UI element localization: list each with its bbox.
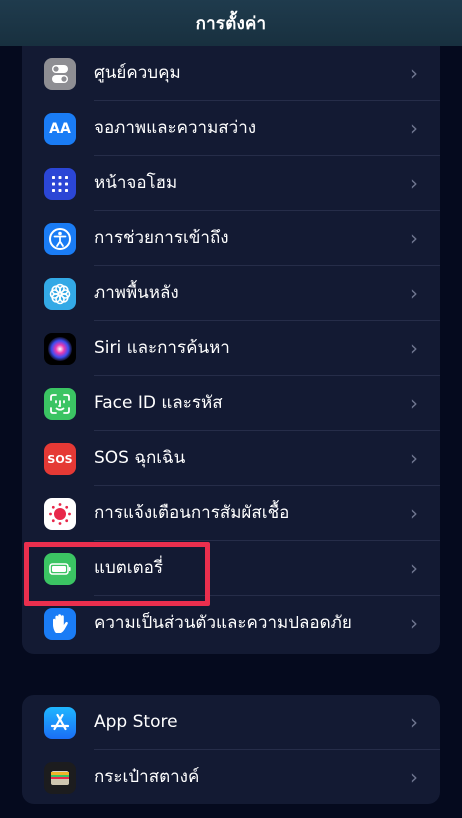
settings-row-label: กระเป๋าสตางค์ — [94, 767, 200, 787]
wallet-icon — [44, 762, 76, 794]
settings-row-home-screen[interactable]: หน้าจอโฮม › — [22, 156, 440, 211]
settings-row-exposure-notifications[interactable]: การแจ้งเตือนการสัมผัสเชื้อ › — [22, 486, 440, 541]
chevron-right-icon: › — [410, 556, 418, 580]
settings-row-control-center[interactable]: ศูนย์ควบคุม › — [22, 46, 440, 101]
sos-icon-text: SOS — [47, 452, 73, 466]
nav-bar: การตั้งค่า — [0, 0, 462, 46]
chevron-right-icon: › — [410, 61, 418, 85]
chevron-right-icon: › — [410, 611, 418, 635]
home-screen-icon — [44, 168, 76, 200]
chevron-right-icon: › — [410, 116, 418, 140]
chevron-right-icon: › — [410, 226, 418, 250]
siri-icon — [44, 333, 76, 365]
battery-highlight-box — [24, 542, 210, 606]
exposure-notification-icon — [44, 498, 76, 530]
settings-row-label: Siri และการค้นหา — [94, 338, 230, 358]
privacy-hand-icon — [44, 608, 76, 640]
settings-row-label: จอภาพและความสว่าง — [94, 118, 257, 138]
accessibility-icon — [44, 223, 76, 255]
chevron-right-icon: › — [410, 710, 418, 734]
settings-row-label: Face ID และรหัส — [94, 393, 223, 413]
settings-row-accessibility[interactable]: การช่วยการเข้าถึง › — [22, 211, 440, 266]
page-title: การตั้งค่า — [195, 13, 267, 34]
settings-row-wallpaper[interactable]: ภาพพื้นหลัง › — [22, 266, 440, 321]
settings-group-store: App Store › กระเป๋าสตางค์ › — [22, 695, 440, 804]
settings-row-label: App Store — [94, 712, 178, 732]
settings-row-emergency-sos[interactable]: SOS SOS ฉุกเฉิน › — [22, 431, 440, 486]
settings-row-label: การแจ้งเตือนการสัมผัสเชื้อ — [94, 503, 290, 523]
face-id-icon — [44, 388, 76, 420]
settings-row-label: ศูนย์ควบคุม — [94, 63, 181, 83]
settings-row-label: SOS ฉุกเฉิน — [94, 448, 186, 468]
settings-row-face-id-passcode[interactable]: Face ID และรหัส › — [22, 376, 440, 431]
app-store-icon — [44, 707, 76, 739]
settings-row-label: หน้าจอโฮม — [94, 173, 178, 193]
chevron-right-icon: › — [410, 391, 418, 415]
settings-row-label: ภาพพื้นหลัง — [94, 283, 179, 303]
chevron-right-icon: › — [410, 446, 418, 470]
wallpaper-icon — [44, 278, 76, 310]
chevron-right-icon: › — [410, 501, 418, 525]
display-brightness-icon: AA — [44, 113, 76, 145]
chevron-right-icon: › — [410, 281, 418, 305]
settings-row-wallet[interactable]: กระเป๋าสตางค์ › — [22, 750, 440, 804]
settings-row-display-brightness[interactable]: AA จอภาพและความสว่าง › — [22, 101, 440, 156]
settings-row-siri-search[interactable]: Siri และการค้นหา › — [22, 321, 440, 376]
sos-icon: SOS — [44, 443, 76, 475]
control-center-icon — [44, 58, 76, 90]
display-brightness-icon-text: AA — [49, 121, 71, 137]
chevron-right-icon: › — [410, 336, 418, 360]
settings-row-label: การช่วยการเข้าถึง — [94, 228, 229, 248]
chevron-right-icon: › — [410, 171, 418, 195]
settings-row-app-store[interactable]: App Store › — [22, 695, 440, 750]
chevron-right-icon: › — [410, 765, 418, 789]
